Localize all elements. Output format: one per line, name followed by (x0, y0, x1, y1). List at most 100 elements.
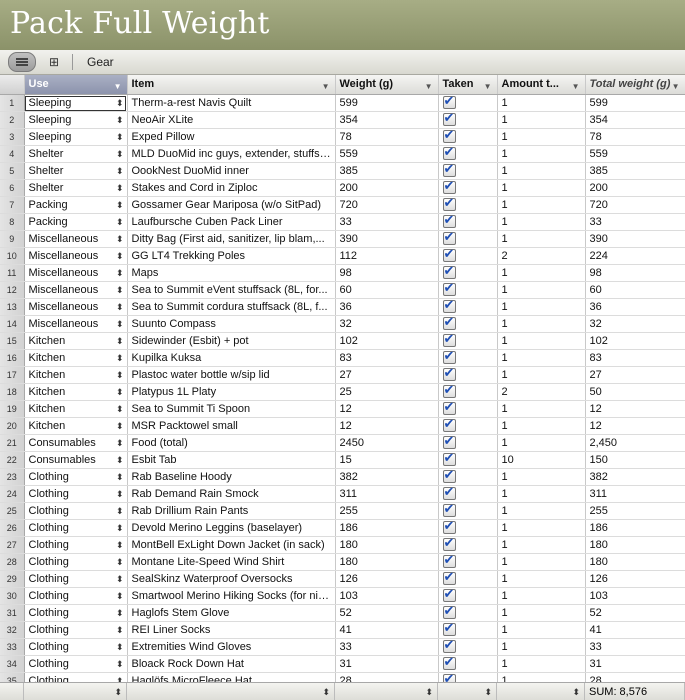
checkbox-checked[interactable] (442, 112, 456, 127)
cell-weight[interactable]: 559 (335, 145, 439, 163)
cell-use[interactable]: ⬍ Clothing (24, 502, 128, 520)
cell-item[interactable]: Therm-a-rest Navis Quilt (127, 94, 336, 112)
cell-amount[interactable]: 1 (497, 230, 586, 248)
stepper-icon[interactable]: ⬍ (114, 683, 122, 700)
cell-amount[interactable]: 1 (497, 655, 586, 673)
cell-amount[interactable]: 1 (497, 536, 586, 554)
cell-weight[interactable]: 311 (335, 485, 439, 503)
cell-use[interactable]: ⬍ Kitchen (24, 383, 128, 401)
stepper-icon[interactable]: ⬍ (116, 181, 124, 195)
cell-amount[interactable]: 1 (497, 196, 586, 214)
cell-item[interactable]: Sidewinder (Esbit) + pot (127, 332, 336, 350)
cell-taken[interactable] (438, 502, 498, 520)
checkbox-checked[interactable] (442, 367, 456, 382)
row-number[interactable]: 34 (0, 655, 25, 673)
summary-cell-use[interactable]: ⬍ (24, 683, 127, 700)
checkbox-checked[interactable] (442, 197, 456, 212)
row-number[interactable]: 31 (0, 604, 25, 622)
sort-arrow-icon[interactable]: ▼ (484, 79, 492, 94)
column-header-item[interactable]: Item ▼ (127, 75, 336, 95)
stepper-icon[interactable]: ⬍ (116, 351, 124, 365)
cell-amount[interactable]: 1 (497, 604, 586, 622)
cell-weight[interactable]: 27 (335, 366, 439, 384)
row-number[interactable]: 7 (0, 196, 25, 214)
cell-use[interactable]: ⬍ Miscellaneous (24, 230, 128, 248)
cell-amount[interactable]: 1 (497, 587, 586, 605)
table-row[interactable]: 34⬍ClothingBloack Rock Down Hat31131 (0, 655, 685, 673)
cell-use[interactable]: ⬍ Kitchen (24, 400, 128, 418)
cell-use[interactable]: ⬍ Packing (24, 213, 128, 231)
cell-item[interactable]: REI Liner Socks (127, 621, 336, 639)
cell-item[interactable]: Rab Drillium Rain Pants (127, 502, 336, 520)
cell-amount[interactable]: 1 (497, 332, 586, 350)
cell-use[interactable]: ⬍ Consumables (24, 451, 128, 469)
row-number[interactable]: 16 (0, 349, 25, 367)
cell-use[interactable]: ⬍ Shelter (24, 179, 128, 197)
table-row[interactable]: 26 ⬍ Clothing Devold Merino Leggins (basela… (0, 519, 685, 537)
table-row[interactable]: 28 ⬍ Clothing Montane Lite-Speed Wind Shirt… (0, 553, 685, 571)
checkbox-checked[interactable] (442, 316, 456, 331)
sort-arrow-icon[interactable]: ▼ (322, 79, 330, 94)
cell-item[interactable]: MSR Packtowel small (127, 417, 336, 435)
stepper-icon[interactable]: ⬍ (116, 385, 124, 399)
cell-use[interactable]: ⬍ Clothing (24, 570, 128, 588)
cell-weight[interactable]: 41 (335, 621, 439, 639)
stepper-icon[interactable]: ⬍ (116, 249, 124, 263)
table-row[interactable]: 21 ⬍ Consumables Food (total)2450 12,450 (0, 434, 685, 452)
stepper-icon[interactable]: ⬍ (572, 683, 580, 700)
column-header-use[interactable]: Use ▼ (24, 75, 128, 95)
stepper-icon[interactable]: ⬍ (116, 555, 124, 569)
cell-item[interactable]: Haglofs Stem Glove (127, 604, 336, 622)
cell-weight[interactable]: 390 (335, 230, 439, 248)
cell-taken[interactable] (438, 213, 498, 231)
table-row[interactable]: 29 ⬍ Clothing SealSkinz Waterproof Oversock… (0, 570, 685, 588)
checkbox-checked[interactable] (442, 401, 456, 416)
checkbox-checked[interactable] (442, 146, 456, 161)
table-row[interactable]: 25⬍ClothingRab Drillium Rain Pants255125… (0, 502, 685, 520)
cell-weight[interactable]: 180 (335, 536, 439, 554)
cell-use[interactable]: ⬍ Clothing (24, 553, 128, 571)
cell-weight[interactable]: 354 (335, 111, 439, 129)
cell-taken[interactable] (438, 162, 498, 180)
cell-taken[interactable] (438, 366, 498, 384)
column-header-total-weight[interactable]: Total weight (g) ▼ (585, 75, 685, 95)
cell-taken[interactable] (438, 400, 498, 418)
cell-taken[interactable] (438, 196, 498, 214)
cell-item[interactable]: Platypus 1L Platy (127, 383, 336, 401)
table-row[interactable]: 4 ⬍ Shelter MLD DuoMid inc guys, extender, … (0, 145, 685, 163)
summary-cell-item[interactable]: ⬍ (127, 683, 335, 700)
cell-taken[interactable] (438, 315, 498, 333)
cell-item[interactable]: Montane Lite-Speed Wind Shirt (127, 553, 336, 571)
checkbox-checked[interactable] (442, 622, 456, 637)
summary-cell-taken[interactable]: ⬍ (438, 683, 497, 700)
cell-weight[interactable]: 78 (335, 128, 439, 146)
cell-weight[interactable]: 102 (335, 332, 439, 350)
cell-taken[interactable] (438, 638, 498, 656)
row-number[interactable]: 17 (0, 366, 25, 384)
cell-use[interactable]: ⬍ Clothing (24, 621, 128, 639)
checkbox-checked[interactable] (442, 639, 456, 654)
cell-weight[interactable]: 31 (335, 655, 439, 673)
checkbox-checked[interactable] (442, 588, 456, 603)
cell-taken[interactable] (438, 383, 498, 401)
stepper-icon[interactable]: ⬍ (116, 538, 124, 552)
cell-item[interactable]: Sea to Summit eVent stuffsack (8L, for..… (127, 281, 336, 299)
cell-amount[interactable]: 1 (497, 468, 586, 486)
cell-taken[interactable] (438, 604, 498, 622)
checkbox-checked[interactable] (442, 248, 456, 263)
cell-use[interactable]: ⬍ Sleeping (24, 128, 128, 146)
cell-weight[interactable]: 200 (335, 179, 439, 197)
cell-weight[interactable]: 2450 (335, 434, 439, 452)
cell-use[interactable]: ⬍ Miscellaneous (24, 315, 128, 333)
cell-amount[interactable]: 2 (497, 383, 586, 401)
table-row[interactable]: 20⬍KitchenMSR Packtowel small12112 (0, 417, 685, 435)
cell-amount[interactable]: 1 (497, 366, 586, 384)
cell-taken[interactable] (438, 264, 498, 282)
cell-use[interactable]: ⬍ Kitchen (24, 332, 128, 350)
cell-use[interactable]: ⬍ Sleeping (24, 94, 128, 112)
cell-item[interactable]: Exped Pillow (127, 128, 336, 146)
stepper-icon[interactable]: ⬍ (116, 504, 124, 518)
table-row[interactable]: 8⬍PackingLaufbursche Cuben Pack Liner331… (0, 213, 685, 231)
cell-weight[interactable]: 599 (335, 94, 439, 112)
checkbox-checked[interactable] (442, 486, 456, 501)
